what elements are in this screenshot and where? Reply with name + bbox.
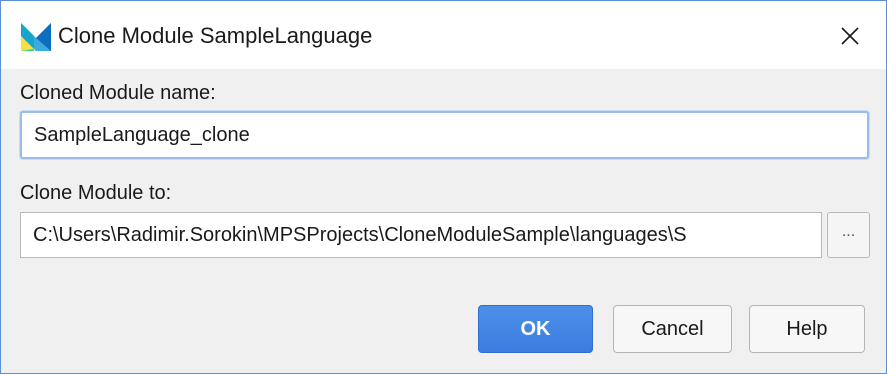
close-button[interactable] — [821, 11, 879, 61]
dialog-body: Cloned Module name: Clone Module to: ...… — [1, 69, 886, 373]
browse-button[interactable]: ... — [827, 212, 870, 258]
ok-button[interactable]: OK — [478, 305, 593, 353]
module-name-input[interactable] — [20, 111, 869, 159]
clone-module-dialog: Clone Module SampleLanguage Cloned Modul… — [0, 0, 887, 374]
mps-logo-icon — [21, 23, 51, 51]
window-title: Clone Module SampleLanguage — [58, 23, 373, 48]
title-bar[interactable]: Clone Module SampleLanguage — [1, 1, 886, 69]
close-icon — [841, 27, 859, 45]
module-name-label: Cloned Module name: — [20, 82, 216, 104]
clone-path-input[interactable] — [20, 212, 822, 258]
cancel-button[interactable]: Cancel — [613, 305, 732, 353]
clone-path-label: Clone Module to: — [20, 182, 172, 204]
help-button[interactable]: Help — [749, 305, 865, 353]
